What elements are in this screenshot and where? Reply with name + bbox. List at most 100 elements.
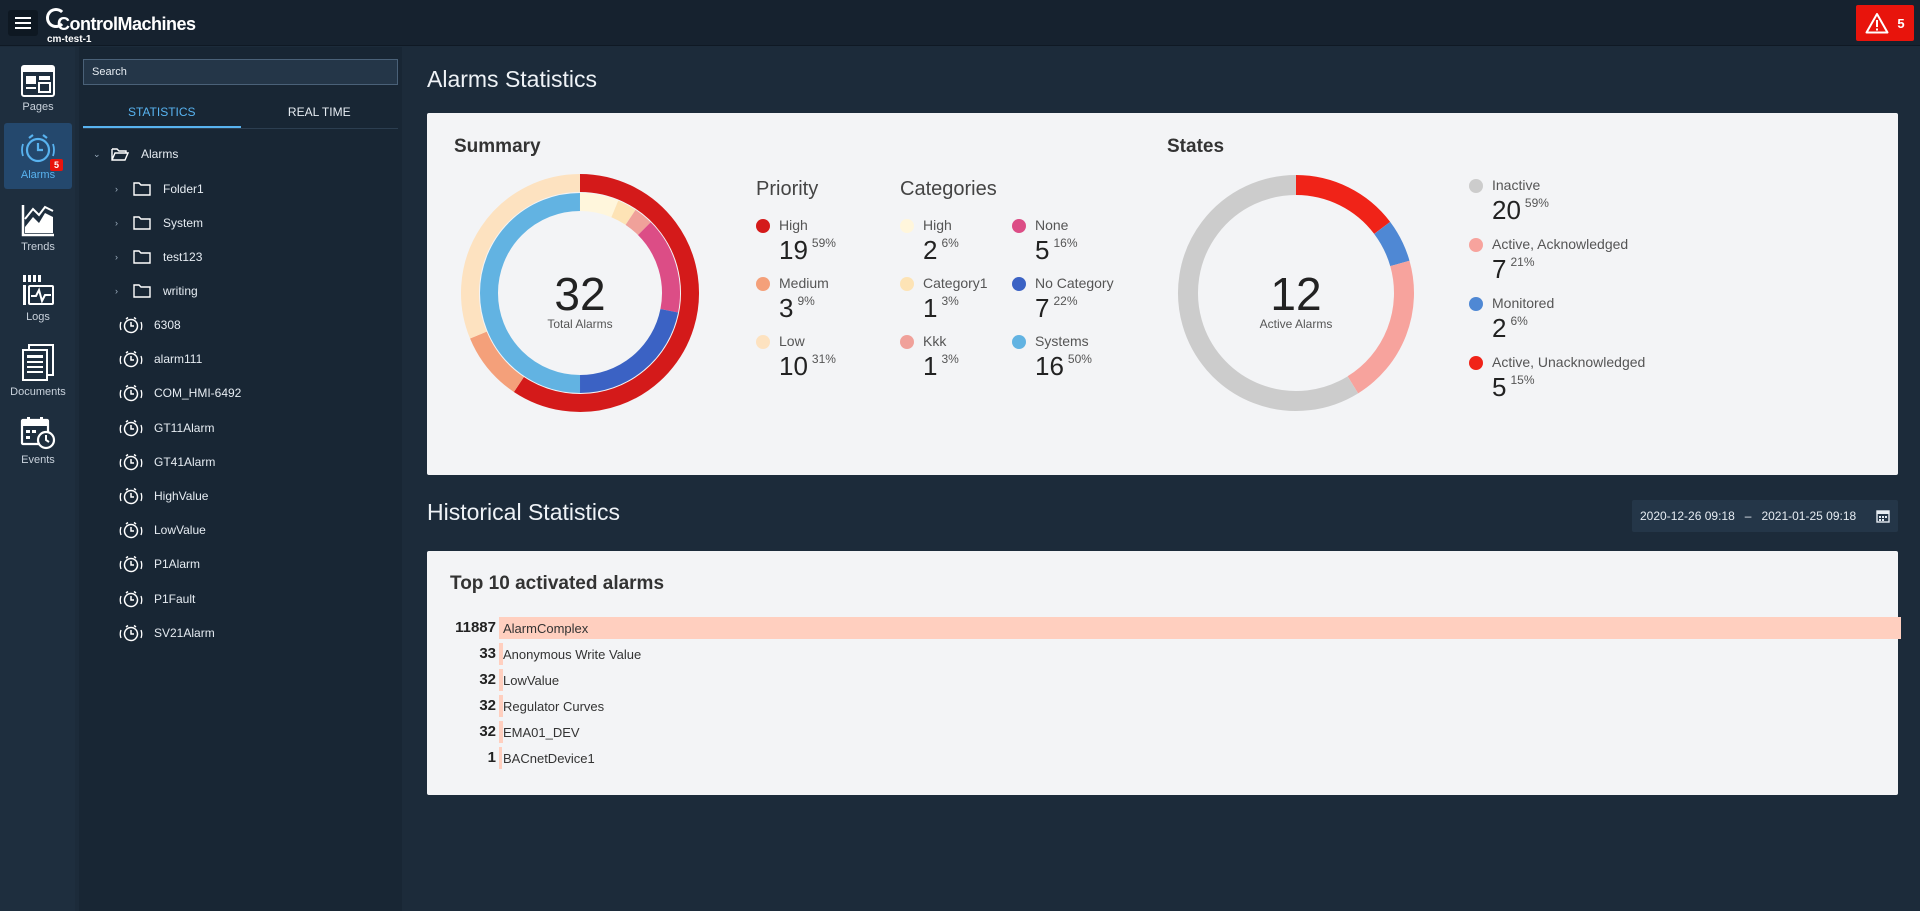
legend-percent: 3% <box>941 294 959 308</box>
tree-root-alarms[interactable]: ⌄ Alarms <box>93 143 178 165</box>
hamburger-menu-button[interactable] <box>8 10 38 36</box>
legend-value-row: 3 9% <box>779 295 815 321</box>
date-from: 2020-12-26 09:18 <box>1640 509 1735 523</box>
nav-events[interactable]: Events <box>4 406 72 472</box>
state-ring-segment <box>1374 221 1410 267</box>
top-alarms-card: Top 10 activated alarms 11887 AlarmComple… <box>427 551 1901 795</box>
legend-percent: 3% <box>941 352 959 366</box>
tree-alarm-item[interactable]: P1Alarm <box>118 553 200 575</box>
legend-percent: 6% <box>941 236 959 250</box>
expand-caret-icon[interactable]: › <box>115 286 125 296</box>
legend-value: 5 <box>1035 235 1050 265</box>
alarm-clock-icon <box>118 555 144 573</box>
states-title: States <box>1167 136 1225 157</box>
tree-alarm-item[interactable]: GT11Alarm <box>118 417 214 439</box>
legend-label: High <box>779 217 808 233</box>
nav-pages[interactable]: Pages <box>4 55 72 121</box>
tree-folder-label: System <box>163 216 204 230</box>
tree-alarm-label: GT41Alarm <box>154 454 216 469</box>
legend-label: Medium <box>779 275 829 291</box>
alarm-clock-icon <box>118 487 144 505</box>
tree-alarm-label: GT11Alarm <box>154 420 215 435</box>
legend-value-row: 7 22% <box>1035 295 1078 321</box>
folder-icon <box>133 182 151 196</box>
legend-swatch <box>900 335 914 349</box>
tree-folder[interactable]: › writing <box>115 280 198 302</box>
nav-documents[interactable]: Documents <box>4 334 72 400</box>
legend-percent: 31% <box>811 352 836 366</box>
tree-folder[interactable]: › System <box>115 212 203 234</box>
legend-percent: 50% <box>1067 352 1092 366</box>
tree-alarm-item[interactable]: COM_HMI-6492 <box>118 382 241 404</box>
bar-label: Regulator Curves <box>503 699 605 714</box>
legend-value-row: 2 6% <box>1492 315 1528 341</box>
legend-swatch <box>1469 297 1483 311</box>
nav-logs[interactable]: Logs <box>4 263 72 329</box>
expand-caret-icon[interactable]: › <box>115 218 125 228</box>
legend-percent: 59% <box>811 236 836 250</box>
legend-label: Inactive <box>1492 177 1541 193</box>
alarm-clock-icon <box>118 590 144 608</box>
date-to: 2021-01-25 09:18 <box>1761 509 1857 523</box>
calendar-icon[interactable] <box>1876 509 1890 523</box>
bar-count: 32 <box>479 697 496 714</box>
legend-percent: 22% <box>1053 294 1078 308</box>
tree-folder-label: Folder1 <box>163 182 204 196</box>
legend-value: 2 <box>1492 313 1507 343</box>
legend-swatch <box>1469 238 1483 252</box>
search-input[interactable] <box>83 59 398 85</box>
date-range-picker[interactable]: 2020-12-26 09:18 – 2021-01-25 09:18 <box>1632 500 1898 532</box>
tree-alarm-item[interactable]: 6308 <box>118 314 181 336</box>
tree-alarm-item[interactable]: alarm111 <box>118 348 202 370</box>
legend-label: Low <box>779 333 805 349</box>
instance-name: cm-test-1 <box>47 34 92 45</box>
historical-title: Historical Statistics <box>427 499 620 525</box>
legend-value: 1 <box>923 351 938 381</box>
tree-alarm-item[interactable]: HighValue <box>118 485 208 507</box>
tree-alarm-item[interactable]: P1Fault <box>118 588 195 610</box>
tree-folder[interactable]: › Folder1 <box>115 178 204 200</box>
legend-label: Category1 <box>923 275 988 291</box>
tree-alarm-item[interactable]: LowValue <box>118 519 206 541</box>
bar-row: 32 EMA01_DEV <box>427 721 1920 743</box>
legend-percent: 21% <box>1510 255 1535 269</box>
tree-folder-label: test123 <box>163 250 203 264</box>
tab-statistics[interactable]: STATISTICS <box>83 95 241 128</box>
bar-label: EMA01_DEV <box>503 725 580 740</box>
legend-swatch <box>900 219 914 233</box>
alarm-clock-icon <box>118 350 144 368</box>
nav-alarms[interactable]: 5 Alarms <box>4 123 72 189</box>
tree-alarm-item[interactable]: SV21Alarm <box>118 622 215 644</box>
active-alarms-button[interactable]: 5 <box>1856 5 1914 41</box>
legend-swatch <box>756 219 770 233</box>
folder-icon <box>133 250 151 264</box>
legend-swatch <box>1469 356 1483 370</box>
active-alarms-value: 12 <box>1270 268 1322 320</box>
tree-alarm-label: LowValue <box>154 523 206 538</box>
tree-alarm-label: COM_HMI-6492 <box>154 386 242 401</box>
open-folder-icon <box>111 148 129 161</box>
bar-count: 32 <box>479 723 496 740</box>
tree-alarm-label: 6308 <box>154 318 181 332</box>
logs-icon <box>23 275 54 305</box>
expand-caret-icon[interactable]: › <box>115 184 125 194</box>
bar-count: 11887 <box>455 619 496 636</box>
legend-value-row: 2 6% <box>923 237 959 263</box>
legend-value: 1 <box>923 293 938 323</box>
tree-alarm-item[interactable]: GT41Alarm <box>118 451 215 473</box>
bar-label: Anonymous Write Value <box>503 647 642 662</box>
bar-row: 1 BACnetDevice1 <box>427 747 1920 769</box>
expand-caret-icon[interactable]: › <box>115 252 125 262</box>
nav-trends[interactable]: Trends <box>4 193 72 259</box>
collapse-caret-icon[interactable]: ⌄ <box>93 149 103 160</box>
legend-value-row: 20 59% <box>1492 197 1549 223</box>
tree-alarm-label: alarm111 <box>154 352 203 367</box>
tree-folder[interactable]: › test123 <box>115 246 202 268</box>
bar-label: LowValue <box>503 673 560 688</box>
trends-icon <box>21 205 54 237</box>
tab-real-time[interactable]: REAL TIME <box>241 95 399 128</box>
top-alarms-title: Top 10 activated alarms <box>450 573 665 594</box>
tree-folder-label: writing <box>163 284 198 298</box>
category-ring-segment <box>579 193 619 218</box>
active-alarms-label: Active Alarms <box>1259 317 1333 331</box>
